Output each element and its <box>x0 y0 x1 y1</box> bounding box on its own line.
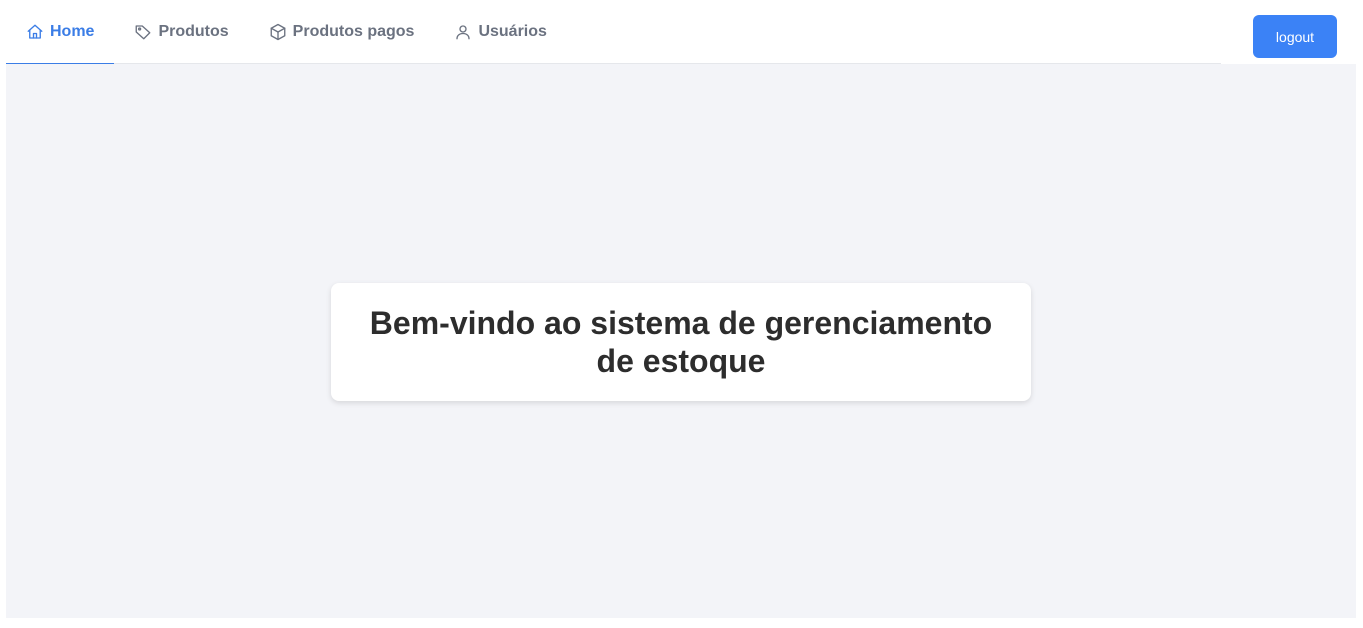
box-icon <box>269 23 287 41</box>
nav-item-label: Usuários <box>478 23 547 40</box>
home-icon <box>26 23 44 41</box>
nav-item-usuarios[interactable]: Usuários <box>434 0 566 64</box>
app-frame: Home Produtos Produtos pagos Usuários lo… <box>6 0 1356 618</box>
main-nav: Home Produtos Produtos pagos Usuários <box>6 0 1221 65</box>
nav-item-home[interactable]: Home <box>6 0 115 65</box>
user-icon <box>454 23 472 41</box>
main-content: Bem-vindo ao sistema de gerenciamento de… <box>6 64 1356 618</box>
welcome-card: Bem-vindo ao sistema de gerenciamento de… <box>331 283 1031 401</box>
nav-item-produtos-pagos[interactable]: Produtos pagos <box>249 0 435 64</box>
nav-item-label: Produtos pagos <box>292 23 415 40</box>
nav-item-produtos[interactable]: Produtos <box>114 0 248 64</box>
tag-icon <box>134 23 152 41</box>
welcome-heading: Bem-vindo ao sistema de gerenciamento de… <box>369 305 993 379</box>
nav-item-label: Produtos <box>158 23 229 40</box>
nav-item-label: Home <box>50 23 95 40</box>
logout-button[interactable]: logout <box>1253 15 1337 58</box>
top-bar: Home Produtos Produtos pagos Usuários lo… <box>6 0 1356 65</box>
